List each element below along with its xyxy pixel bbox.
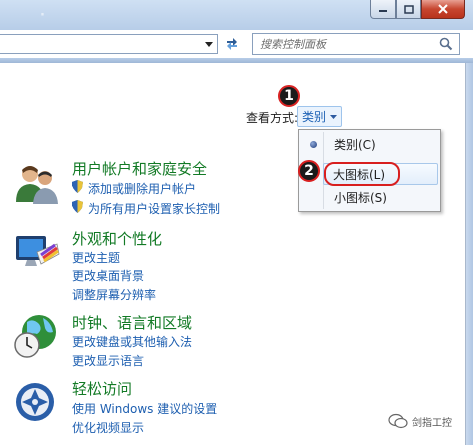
clock-globe-icon[interactable] — [13, 312, 61, 360]
window-border-right — [466, 63, 473, 445]
maximize-icon — [403, 4, 414, 14]
users-icon[interactable] — [13, 158, 61, 206]
maximize-button[interactable] — [396, 0, 421, 19]
view-by-dropdown[interactable]: 类别 — [297, 106, 343, 127]
menu-item-label: 类别(C) — [334, 137, 376, 152]
appearance-icon[interactable] — [13, 230, 61, 278]
address-history-dropdown[interactable] — [201, 34, 217, 54]
refresh-icon — [227, 38, 237, 50]
category-title-user-accounts[interactable]: 用户帐户和家庭安全 — [72, 158, 207, 179]
view-by-label: 查看方式: — [246, 111, 299, 125]
link-change-display-language[interactable]: 更改显示语言 — [72, 352, 144, 369]
step-1-number: 1 — [284, 88, 294, 104]
link-recommended-settings[interactable]: 使用 Windows 建议的设置 — [72, 400, 217, 417]
link-screen-resolution[interactable]: 调整屏幕分辨率 — [72, 286, 156, 303]
category-title-clock-language-region[interactable]: 时钟、语言和区域 — [72, 312, 192, 333]
chevron-down-icon — [205, 41, 213, 47]
view-by-current: 类别 — [302, 110, 327, 124]
link-change-background[interactable]: 更改桌面背景 — [72, 267, 144, 284]
uac-shield-icon — [72, 200, 83, 213]
highlight-ring — [324, 162, 400, 186]
wechat-icon — [388, 413, 408, 429]
menu-item-small-icons[interactable]: 小图标(S) — [301, 187, 438, 207]
close-icon — [438, 4, 448, 14]
search-icon[interactable] — [439, 37, 453, 51]
uac-shield-icon — [72, 180, 83, 193]
link-change-theme[interactable]: 更改主题 — [72, 249, 120, 266]
link-change-keyboard[interactable]: 更改键盘或其他输入法 — [72, 333, 192, 350]
search-box[interactable] — [252, 33, 460, 55]
watermark: 剑指工控 — [388, 413, 452, 429]
link-optimize-display[interactable]: 优化视频显示 — [72, 419, 144, 436]
selected-radio-icon — [310, 140, 317, 148]
refresh-button[interactable] — [221, 34, 243, 54]
category-title-ease-of-access[interactable]: 轻松访问 — [72, 378, 132, 399]
chevron-down-icon — [330, 114, 338, 119]
step-2-number: 2 — [304, 163, 314, 179]
step-2-badge: 2 — [298, 160, 320, 182]
ease-of-access-icon[interactable] — [13, 380, 61, 428]
watermark-text: 剑指工控 — [412, 417, 452, 429]
link-add-remove-accounts[interactable]: 添加或删除用户帐户 — [88, 180, 196, 197]
close-button[interactable] — [421, 0, 465, 19]
address-bar[interactable] — [0, 34, 218, 54]
minimize-icon — [379, 10, 387, 12]
titlebar-background-decoration: · — [40, 8, 46, 23]
menu-item-category[interactable]: 类别(C) — [301, 134, 438, 154]
step-1-badge: 1 — [278, 85, 300, 107]
minimize-button[interactable] — [370, 0, 396, 19]
link-parental-controls[interactable]: 为所有用户设置家长控制 — [88, 200, 220, 217]
window-controls — [370, 0, 465, 19]
category-title-appearance[interactable]: 外观和个性化 — [72, 228, 162, 249]
search-input[interactable] — [260, 37, 430, 51]
menu-item-label: 小图标(S) — [334, 190, 387, 205]
control-panel-content — [0, 63, 466, 445]
